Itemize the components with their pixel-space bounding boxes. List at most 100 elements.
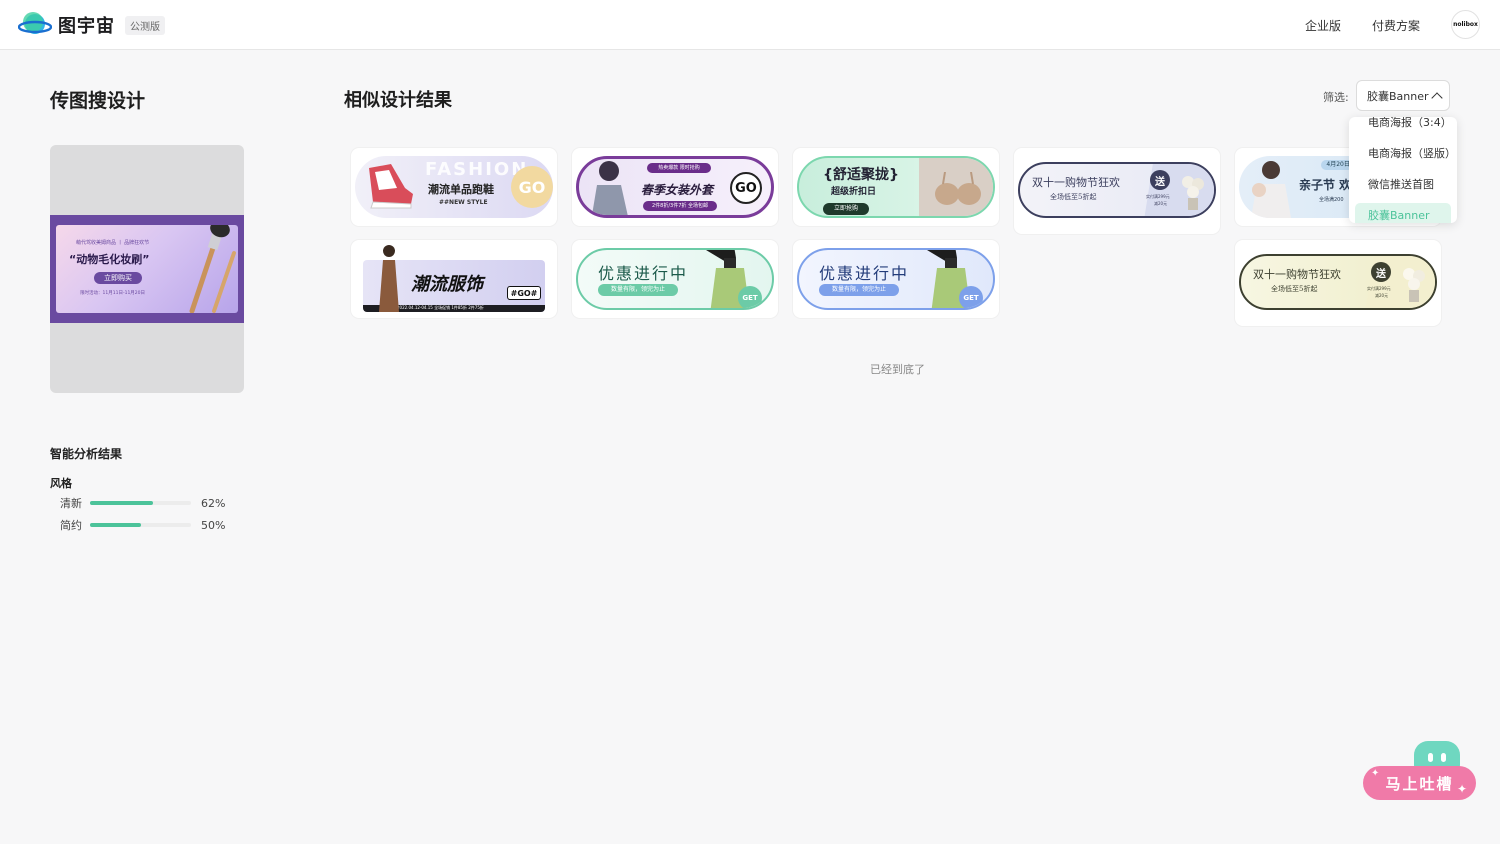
dropdown-option[interactable]: 微信推送首图 xyxy=(1368,176,1434,192)
result-card[interactable]: 优惠进行中 数量有限，领完为止 GET xyxy=(572,240,778,318)
banner-top-pill: 热卖爆款 限时抢购 xyxy=(647,163,711,173)
banner-sub: ##NEW STYLE xyxy=(439,199,488,206)
banner-title: 潮流单品跑鞋 xyxy=(428,183,494,196)
dropdown-option-selected-label[interactable]: 胶囊Banner xyxy=(1368,207,1430,223)
style-label: 风格 xyxy=(50,477,72,490)
style-progress-track xyxy=(90,523,191,527)
banner-title: 潮流服饰 xyxy=(411,274,483,295)
banner-image: 优惠进行中 数量有限，领完为止 GET xyxy=(576,248,774,310)
filter-value: 胶囊Banner xyxy=(1367,89,1429,103)
app-name: 图宇宙 xyxy=(58,16,115,37)
sneaker-icon xyxy=(369,164,413,209)
banner-image: FASHION 潮流单品跑鞋 ##NEW STYLE GO xyxy=(355,156,553,218)
dropdown-option[interactable]: 电商海报（竖版） xyxy=(1368,145,1456,161)
banner-title: {舒适聚拢} xyxy=(823,167,899,183)
page-title: 传图搜设计 xyxy=(50,90,146,112)
style-name: 清新 xyxy=(60,497,82,510)
bra-icon xyxy=(935,172,981,205)
sparkle-icon: ✦ xyxy=(1371,768,1380,779)
style-name: 简约 xyxy=(60,519,82,532)
banner-title: 优惠进行中 xyxy=(819,264,910,283)
query-date: 限时活动：11月11日-11月20日 xyxy=(80,291,146,296)
banner-title: 亲子节 欢 xyxy=(1299,178,1352,192)
filter-dropdown: 电商海报（3:4） 电商海报（竖版） 微信推送首图 胶囊Banner xyxy=(1349,117,1457,223)
style-percent: 50% xyxy=(201,518,226,532)
go-text: GO xyxy=(735,180,757,196)
gift-text: 送 xyxy=(1376,268,1386,280)
query-banner: 萌代驾收美姆商品 丨 品牌狂欢节 “动物毛化妆刷” 立即购买 限时活动：11月1… xyxy=(56,225,238,313)
get-text: GET xyxy=(742,294,758,302)
result-card[interactable]: 双十一购物节狂欢 全场低至5折起 送 实付满299元 减20元 xyxy=(1235,240,1441,326)
result-card[interactable]: 热卖爆款 限时抢购 春季女装外套 2件8折/3件7折 全场包邮 GO xyxy=(572,148,778,226)
product-photo xyxy=(919,158,993,216)
banner-image: 双十一购物节狂欢 全场低至5折起 送 实付满299元 减20元 xyxy=(1239,254,1437,310)
result-card[interactable]: FASHION 潮流单品跑鞋 ##NEW STYLE GO xyxy=(351,148,557,226)
style-row-simple: 简约 50% xyxy=(60,518,240,533)
nav-enterprise[interactable]: 企业版 xyxy=(1305,17,1341,34)
filter-label: 筛选: xyxy=(1323,91,1349,104)
banner-sub: 数量有限，领完为止 xyxy=(819,284,899,296)
results-title: 相似设计结果 xyxy=(344,90,452,111)
banner-sub: 全场满200 xyxy=(1319,197,1344,203)
gift-badge: 送 xyxy=(1371,262,1391,282)
result-card[interactable]: 优惠进行中 数量有限，领完为止 GET xyxy=(793,240,999,318)
banner-title: 双十一购物节狂欢 xyxy=(1253,268,1341,281)
beta-badge: 公测版 xyxy=(125,15,165,35)
banner-cta: #GO# xyxy=(507,286,541,300)
chevron-up-icon xyxy=(1430,91,1443,104)
user-avatar[interactable]: nolibox xyxy=(1451,10,1480,39)
style-row-fresh: 清新 62% xyxy=(60,496,240,511)
style-progress-fill xyxy=(90,501,153,505)
fashion-model-icon xyxy=(379,245,399,312)
banner-image: 双十一购物节狂欢 全场低至5折起 送 实付满299元 减20元 xyxy=(1018,162,1216,218)
app-logo[interactable]: 图宇宙 公测版 xyxy=(17,12,165,38)
top-header: 图宇宙 公测版 企业版 付费方案 nolibox xyxy=(0,0,1500,50)
nav-pricing[interactable]: 付费方案 xyxy=(1372,17,1420,34)
banner-cta: 立即抢购 xyxy=(823,203,869,215)
sparkle-icon: ✦ xyxy=(1457,782,1468,796)
banner-image: 优惠进行中 数量有限，领完为止 GET xyxy=(797,248,995,310)
get-badge: GET xyxy=(959,286,983,308)
mother-child-icon xyxy=(1251,161,1291,218)
get-text: GET xyxy=(963,294,979,302)
banner-sub: 2件8折/3件7折 全场包邮 xyxy=(643,201,717,211)
banner-image: {舒适聚拢} 超级折扣日 立即抢购 xyxy=(797,156,995,218)
style-percent: 62% xyxy=(201,496,226,510)
go-text: GO xyxy=(518,177,546,197)
gift-note: 减20元 xyxy=(1154,201,1168,206)
gift-note: 实付满299元 xyxy=(1146,194,1170,199)
banner-title: 春季女装外套 xyxy=(641,183,714,197)
query-image-panel[interactable]: 萌代驾收美姆商品 丨 品牌狂欢节 “动物毛化妆刷” 立即购买 限时活动：11月1… xyxy=(50,145,244,393)
avatar-text: nolibox xyxy=(1453,21,1478,28)
flower-bouquet-icon xyxy=(1403,268,1425,302)
filter-select[interactable]: 胶囊Banner xyxy=(1356,80,1450,111)
result-card[interactable]: {舒适聚拢} 超级折扣日 立即抢购 xyxy=(793,148,999,226)
query-main-text: “动物毛化妆刷” xyxy=(69,253,150,266)
planet-logo-icon xyxy=(17,12,53,38)
get-badge: GET xyxy=(738,286,762,308)
analysis-title: 智能分析结果 xyxy=(50,447,123,461)
gift-badge: 送 xyxy=(1150,170,1170,190)
banner-date: 2022.04.12-04.15 全场促销 1件85折 2件75折 xyxy=(397,305,484,310)
gift-text: 送 xyxy=(1155,176,1165,188)
banner-sub: 超级折扣日 xyxy=(831,187,877,197)
banner-image: 热卖爆款 限时抢购 春季女装外套 2件8折/3件7折 全场包邮 GO xyxy=(576,156,774,218)
mascot-eye xyxy=(1428,753,1433,762)
banner-sub: 全场低至5折起 xyxy=(1050,193,1097,201)
query-image: 萌代驾收美姆商品 丨 品牌狂欢节 “动物毛化妆刷” 立即购买 限时活动：11月1… xyxy=(50,215,244,323)
banner-sub: 全场低至5折起 xyxy=(1271,285,1318,293)
result-card[interactable]: 双十一购物节狂欢 全场低至5折起 送 实付满299元 减20元 xyxy=(1014,148,1220,234)
go-badge: GO xyxy=(511,166,553,208)
flower-bouquet-icon xyxy=(1182,176,1204,210)
result-card[interactable]: 2022.04.12-04.15 全场促销 1件85折 2件75折 潮流服饰 #… xyxy=(351,240,557,318)
dropdown-option[interactable]: 电商海报（3:4） xyxy=(1368,117,1452,130)
query-buy-button: 立即购买 xyxy=(94,272,142,284)
style-progress-track xyxy=(90,501,191,505)
feedback-label: 马上吐槽 xyxy=(1385,774,1454,793)
gift-note: 实付满299元 xyxy=(1367,286,1391,291)
banner-title: 双十一购物节狂欢 xyxy=(1032,176,1120,189)
makeup-brush-icon xyxy=(189,225,236,313)
style-progress-fill xyxy=(90,523,141,527)
go-badge: GO xyxy=(730,172,762,204)
banner-sub: 数量有限，领完为止 xyxy=(598,284,678,296)
